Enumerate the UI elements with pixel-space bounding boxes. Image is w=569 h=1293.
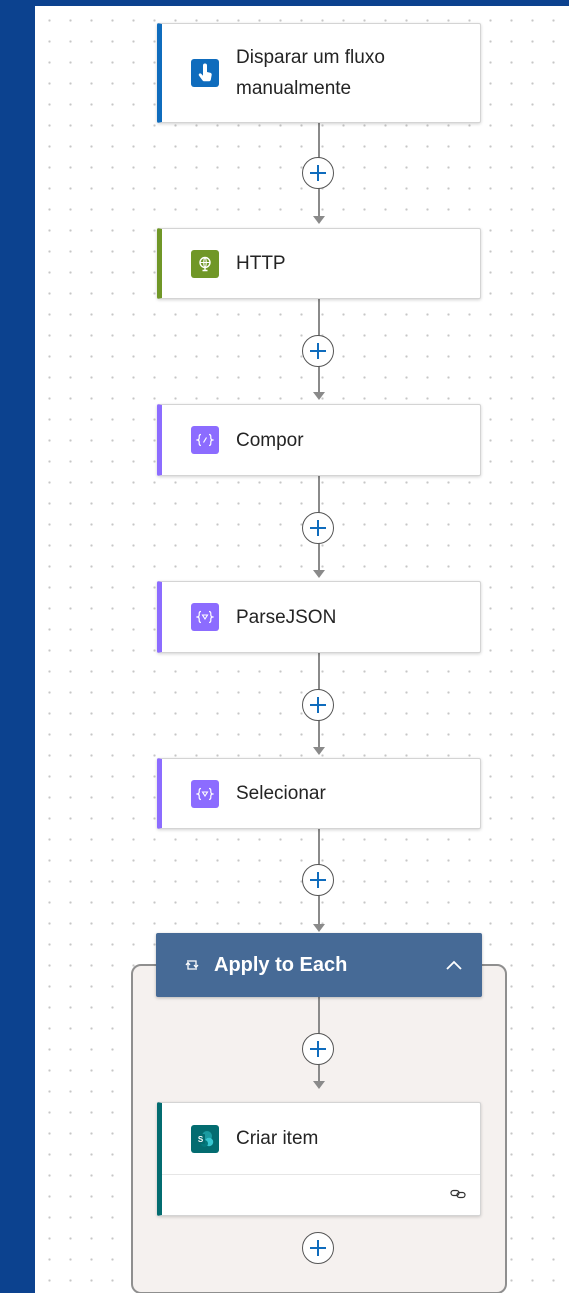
- plus-icon: [310, 520, 326, 536]
- connector-arrow: [313, 747, 325, 755]
- svg-text:S: S: [198, 1135, 204, 1144]
- add-step-button[interactable]: [302, 1232, 334, 1264]
- plus-icon: [310, 165, 326, 181]
- step-label: Compor: [236, 429, 304, 451]
- step-label-line1: Disparar um fluxo: [236, 47, 385, 68]
- step-label: ParseJSON: [236, 606, 337, 628]
- step-card-selecionar[interactable]: Selecionar: [157, 758, 481, 829]
- add-step-button[interactable]: [302, 335, 334, 367]
- loop-title: Apply to Each: [214, 953, 348, 976]
- step-card-compor[interactable]: Compor: [157, 404, 481, 476]
- plus-icon: [310, 872, 326, 888]
- step-card-criar-item[interactable]: S Criar item: [157, 1102, 481, 1216]
- loop-icon: [184, 958, 200, 972]
- add-step-button[interactable]: [302, 864, 334, 896]
- add-step-button[interactable]: [302, 689, 334, 721]
- step-label: Disparar um fluxo manualmente: [236, 42, 385, 104]
- connector-arrow: [313, 392, 325, 400]
- apply-to-each-header[interactable]: Apply to Each: [156, 933, 482, 997]
- compose-braces-icon: [191, 426, 219, 454]
- connector-arrow: [313, 216, 325, 224]
- step-card-parsejson[interactable]: ParseJSON: [157, 581, 481, 653]
- data-operation-icon: [191, 779, 219, 808]
- step-label: Selecionar: [236, 783, 326, 804]
- connector-arrow: [313, 570, 325, 578]
- link-icon[interactable]: [450, 1187, 466, 1205]
- step-card-trigger[interactable]: Disparar um fluxo manualmente: [157, 23, 481, 123]
- step-card-http[interactable]: HTTP: [157, 228, 481, 299]
- http-globe-icon: [191, 249, 219, 278]
- data-operation-icon: [191, 603, 219, 631]
- step-label-line2: manualmente: [236, 78, 352, 99]
- add-step-button[interactable]: [302, 1033, 334, 1065]
- step-label: HTTP: [236, 253, 286, 274]
- card-footer: [162, 1174, 480, 1215]
- plus-icon: [310, 1240, 326, 1256]
- plus-icon: [310, 343, 326, 359]
- step-label: Criar item: [236, 1128, 319, 1149]
- connector-arrow: [313, 1081, 325, 1089]
- sharepoint-icon: S: [191, 1124, 219, 1153]
- add-step-button[interactable]: [302, 157, 334, 189]
- connector-arrow: [313, 924, 325, 932]
- flow-canvas[interactable]: Disparar um fluxo manualmente HTTP Compo…: [35, 6, 569, 1293]
- chevron-up-icon[interactable]: [440, 951, 468, 979]
- add-step-button[interactable]: [302, 512, 334, 544]
- manual-trigger-icon: [191, 59, 219, 87]
- plus-icon: [310, 1041, 326, 1057]
- plus-icon: [310, 697, 326, 713]
